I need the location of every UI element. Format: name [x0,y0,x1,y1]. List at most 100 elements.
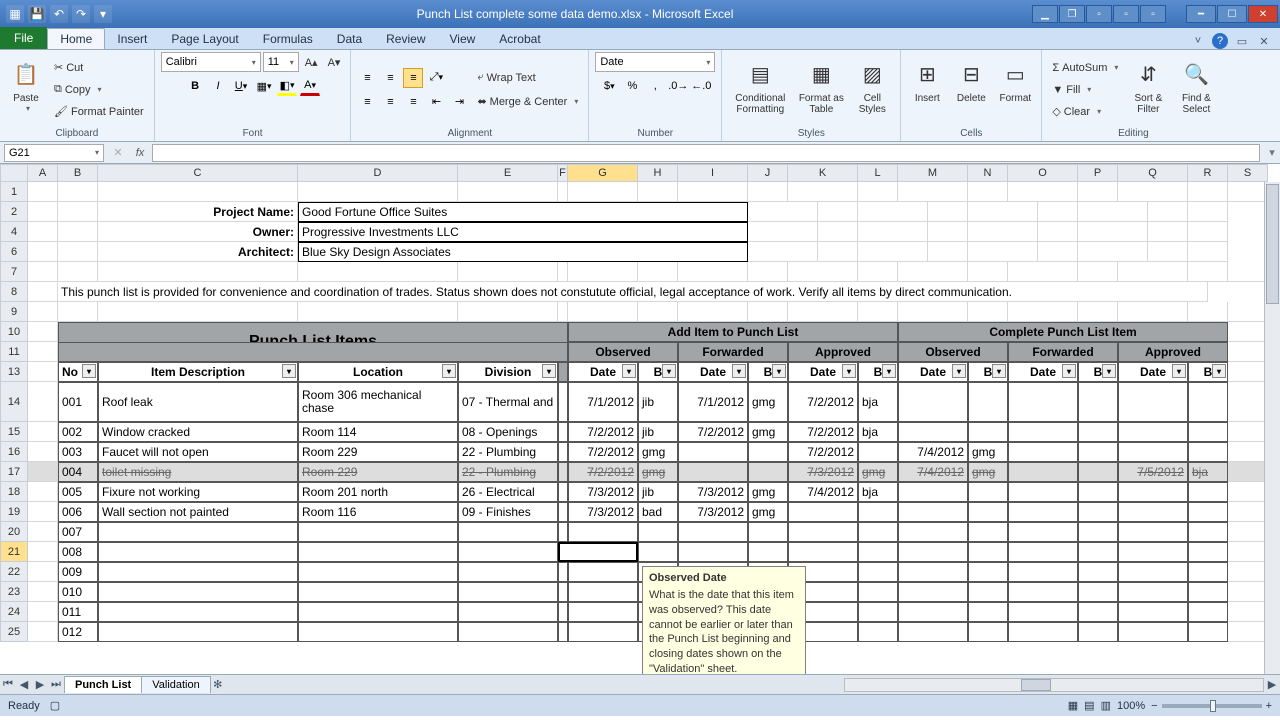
col-header-C[interactable]: C [98,164,298,182]
cell[interactable]: Date▾ [1008,362,1078,382]
cell[interactable] [1228,362,1268,382]
cell[interactable] [858,502,898,522]
cell[interactable] [458,602,558,622]
cell[interactable] [968,242,1038,262]
cell[interactable] [1228,482,1268,502]
insert-cells-button[interactable]: ⊞Insert [907,57,947,123]
zoom-slider[interactable]: −+ [1151,700,1272,712]
autosum-button[interactable]: ΣAutoSum▾ [1048,58,1122,78]
redo-icon[interactable]: ↷ [72,5,90,23]
cell[interactable]: 7/3/2012 [568,482,638,502]
cell[interactable] [968,502,1008,522]
tab-formulas[interactable]: Formulas [251,29,325,49]
cell[interactable] [28,622,58,642]
cell[interactable] [638,182,678,202]
cell[interactable] [748,522,788,542]
cell[interactable] [58,302,98,322]
cell[interactable] [748,182,788,202]
tab-file[interactable]: File [0,27,47,49]
cell[interactable]: 7/3/2012 [678,502,748,522]
fill-color-icon[interactable]: ◧▾ [277,76,297,96]
cell[interactable] [1188,562,1228,582]
cell[interactable]: bja [1188,462,1228,482]
inc-decimal-icon[interactable]: .0→ [668,76,688,96]
doc-3-icon[interactable]: ▫ [1086,5,1112,23]
row-header[interactable]: 14 [0,382,28,422]
window-options-icon[interactable]: ▭ [1234,33,1250,49]
cell[interactable] [1118,482,1188,502]
cell[interactable]: Room 116 [298,502,458,522]
cell[interactable] [58,262,98,282]
cell[interactable] [748,242,818,262]
cell[interactable]: B▾ [858,362,898,382]
cell[interactable]: 012 [58,622,98,642]
conditional-formatting-button[interactable]: ▤Conditional Formatting [728,57,792,123]
cell[interactable] [678,262,748,282]
cell[interactable]: 004 [58,462,98,482]
cell[interactable]: B▾ [1188,362,1228,382]
cell[interactable] [678,522,748,542]
cell[interactable] [1078,242,1148,262]
cell[interactable] [858,622,898,642]
expand-fx-icon[interactable]: ▾ [1264,146,1280,159]
cell[interactable]: toilet missing [98,462,298,482]
col-header-R[interactable]: R [1188,164,1228,182]
wrap-text-button[interactable]: ⤶Wrap Text [473,68,582,88]
row-header[interactable]: 17 [0,462,28,482]
cell[interactable] [1228,422,1268,442]
row-header[interactable]: 4 [0,222,28,242]
cell[interactable] [58,182,98,202]
cell[interactable] [968,482,1008,502]
align-left-icon[interactable]: ≡ [357,92,377,112]
save-icon[interactable]: 💾 [28,5,46,23]
cell[interactable] [458,622,558,642]
cell[interactable] [558,462,568,482]
cell[interactable] [28,202,58,222]
format-painter-button[interactable]: 🖌Format Painter [50,102,148,122]
cell[interactable]: B▾ [638,362,678,382]
cell[interactable] [458,542,558,562]
cell[interactable] [818,222,858,242]
tab-data[interactable]: Data [325,29,374,49]
row-header[interactable]: 24 [0,602,28,622]
cell[interactable] [1118,182,1188,202]
cell[interactable] [1078,442,1118,462]
cell[interactable] [678,462,748,482]
cell[interactable]: 22 - Plumbing [458,442,558,462]
find-select-button[interactable]: 🔍Find & Select [1174,57,1218,123]
cell[interactable]: jib [638,422,678,442]
delete-cells-button[interactable]: ⊟Delete [951,57,991,123]
cell[interactable] [858,542,898,562]
col-header-H[interactable]: H [638,164,678,182]
undo-icon[interactable]: ↶ [50,5,68,23]
cell[interactable] [1078,602,1118,622]
cell[interactable] [968,622,1008,642]
cell[interactable] [1118,582,1188,602]
cell[interactable]: Blue Sky Design Associates [298,242,748,262]
cell[interactable] [858,582,898,602]
cell[interactable] [818,202,858,222]
cell[interactable] [678,302,748,322]
cancel-fx-icon[interactable]: ✕ [108,146,128,159]
scroll-right-icon[interactable]: ▶ [1264,678,1280,691]
cell[interactable] [858,242,928,262]
cell[interactable] [558,602,568,622]
cell[interactable] [788,182,858,202]
cell[interactable] [858,562,898,582]
cell[interactable] [98,182,298,202]
cell[interactable]: bad [638,502,678,522]
macro-record-icon[interactable]: ▢ [50,699,60,712]
cell[interactable] [568,182,638,202]
row-header[interactable]: 21 [0,542,28,562]
ribbon-minimize-icon[interactable]: ˅ [1190,33,1206,49]
cell[interactable] [678,442,748,462]
row-header[interactable]: 13 [0,362,28,382]
cell[interactable] [1118,502,1188,522]
cell[interactable]: 7/2/2012 [788,382,858,422]
cell[interactable] [28,282,58,302]
name-box[interactable]: G21▾ [4,144,104,162]
cell[interactable] [28,562,58,582]
cell[interactable]: Add Item to Punch List [568,322,898,342]
vertical-scrollbar[interactable] [1264,182,1280,674]
cell[interactable]: gmg [748,502,788,522]
